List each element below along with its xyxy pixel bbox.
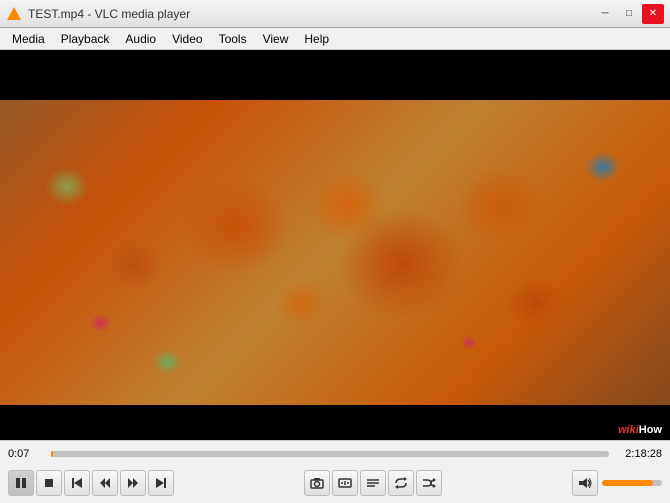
menu-audio[interactable]: Audio <box>117 30 164 48</box>
watermark: wikiHow <box>618 424 662 436</box>
pause-button[interactable] <box>8 470 34 496</box>
extra-controls <box>304 470 442 496</box>
playback-controls <box>8 470 174 496</box>
menu-help[interactable]: Help <box>296 30 337 48</box>
seek-fill <box>51 451 53 457</box>
seek-bar[interactable] <box>51 451 609 457</box>
menu-media[interactable]: Media <box>4 30 53 48</box>
menu-tools[interactable]: Tools <box>211 30 255 48</box>
loop-button[interactable] <box>388 470 414 496</box>
video-area: wikiHow <box>0 50 670 440</box>
total-time: 2:18:28 <box>617 448 662 460</box>
volume-area <box>572 470 662 496</box>
minimize-button[interactable]: ─ <box>594 4 616 24</box>
stop-button[interactable] <box>36 470 62 496</box>
menu-view[interactable]: View <box>255 30 297 48</box>
random-button[interactable] <box>416 470 442 496</box>
maximize-button[interactable]: □ <box>618 4 640 24</box>
close-button[interactable]: ✕ <box>642 4 664 24</box>
vlc-icon <box>6 6 22 22</box>
controls-bar: 0:07 2:18:28 <box>0 440 670 502</box>
prev-button[interactable] <box>64 470 90 496</box>
volume-button[interactable] <box>572 470 598 496</box>
extended-settings-button[interactable] <box>332 470 358 496</box>
letterbox-top <box>0 50 670 100</box>
volume-fill <box>602 480 653 486</box>
next-frame-button[interactable] <box>120 470 146 496</box>
volume-bar[interactable] <box>602 480 662 486</box>
menu-playback[interactable]: Playback <box>53 30 118 48</box>
title-bar: TEST.mp4 - VLC media player ─ □ ✕ <box>0 0 670 28</box>
seek-row: 0:07 2:18:28 <box>8 445 662 463</box>
menu-bar: Media Playback Audio Video Tools View He… <box>0 28 670 50</box>
snapshot-button[interactable] <box>304 470 330 496</box>
title-left: TEST.mp4 - VLC media player <box>6 6 190 22</box>
buttons-row <box>8 467 662 499</box>
video-content <box>0 50 670 440</box>
prev-frame-button[interactable] <box>92 470 118 496</box>
playlist-button[interactable] <box>360 470 386 496</box>
current-time: 0:07 <box>8 448 43 460</box>
menu-video[interactable]: Video <box>164 30 210 48</box>
title-controls: ─ □ ✕ <box>594 4 664 24</box>
title-text: TEST.mp4 - VLC media player <box>28 7 190 21</box>
letterbox-bottom <box>0 405 670 440</box>
next-button[interactable] <box>148 470 174 496</box>
